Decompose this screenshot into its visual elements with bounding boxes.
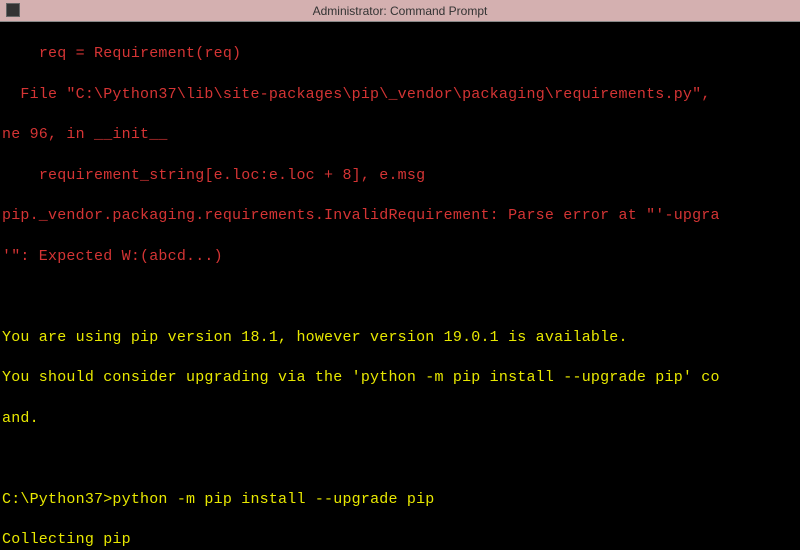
blank-line <box>2 287 798 307</box>
blank-line <box>2 449 798 469</box>
window-titlebar: Administrator: Command Prompt <box>0 0 800 22</box>
notice-line: and. <box>2 409 798 429</box>
error-line: File "C:\Python37\lib\site-packages\pip\… <box>2 85 798 105</box>
output-line: Collecting pip <box>2 530 798 550</box>
error-line: requirement_string[e.loc:e.loc + 8], e.m… <box>2 166 798 186</box>
notice-line: You are using pip version 18.1, however … <box>2 328 798 348</box>
notice-line: You should consider upgrading via the 'p… <box>2 368 798 388</box>
error-line: '": Expected W:(abcd...) <box>2 247 798 267</box>
error-line: req = Requirement(req) <box>2 44 798 64</box>
terminal-viewport[interactable]: req = Requirement(req) File "C:\Python37… <box>0 22 800 550</box>
error-line: pip._vendor.packaging.requirements.Inval… <box>2 206 798 226</box>
command-text: python -m pip install --upgrade pip <box>112 491 434 508</box>
window-title: Administrator: Command Prompt <box>313 4 488 18</box>
prompt: C:\Python37> <box>2 491 112 508</box>
cmd-icon <box>6 3 20 17</box>
error-line: ne 96, in __init__ <box>2 125 798 145</box>
command-line: C:\Python37>python -m pip install --upgr… <box>2 490 798 510</box>
